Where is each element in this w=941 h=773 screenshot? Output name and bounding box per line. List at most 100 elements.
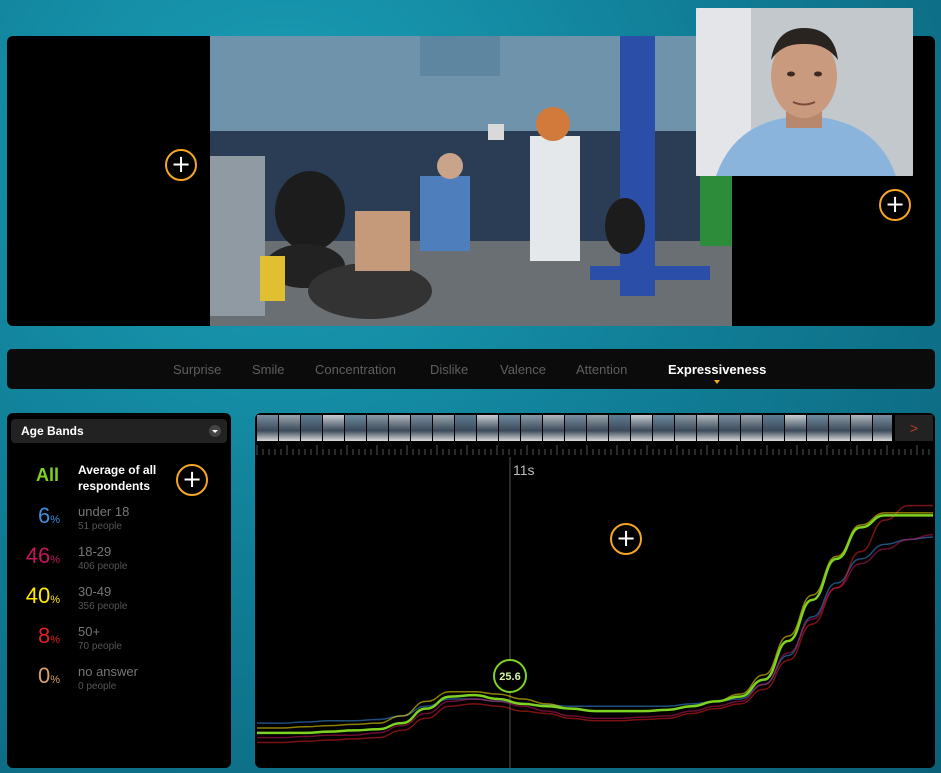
band-18-29[interactable]: 46% 18-29 406 people	[7, 543, 231, 579]
pct-value: 8	[37, 623, 51, 648]
filmstrip-frame[interactable]	[301, 415, 323, 441]
tab-attention[interactable]: Attention	[576, 362, 627, 377]
filmstrip-frame[interactable]	[587, 415, 609, 441]
tab-label: Surprise	[173, 362, 222, 377]
band-30-49[interactable]: 40% 30-49 356 people	[7, 583, 231, 619]
add-button-video-left[interactable]: +	[165, 149, 197, 181]
series-line	[256, 512, 933, 729]
band-count: 70 people	[78, 641, 122, 652]
video-player[interactable]	[210, 36, 732, 326]
video-filmstrip[interactable]	[257, 415, 892, 441]
chevron-down-icon	[209, 425, 221, 437]
filmstrip-frame[interactable]	[543, 415, 565, 441]
filmstrip-frame[interactable]	[455, 415, 477, 441]
video-scene	[210, 36, 732, 326]
tab-label: Concentration	[315, 362, 396, 377]
filmstrip-frame[interactable]	[873, 415, 892, 441]
band-count: 356 people	[78, 601, 128, 612]
filmstrip-frame[interactable]	[499, 415, 521, 441]
metric-tab-bar: Surprise Smile Concentration Dislike Val…	[7, 349, 935, 389]
cursor-value-label: 25.6	[499, 671, 520, 683]
filmstrip-frame[interactable]	[741, 415, 763, 441]
age-bands-panel: Age Bands All Average of all respondents…	[7, 413, 231, 768]
band-label: Average of all respondents	[78, 463, 157, 493]
band-count: 0 people	[78, 681, 117, 692]
tab-label: Smile	[252, 362, 285, 377]
pct-value: 0	[37, 663, 51, 688]
filmstrip-frame[interactable]	[389, 415, 411, 441]
filmstrip-frame[interactable]	[719, 415, 741, 441]
series-line	[256, 533, 934, 739]
band-label: 50+	[78, 624, 101, 639]
band-under-18[interactable]: 6% under 18 51 people	[7, 503, 231, 539]
band-50-plus[interactable]: 8% 50+ 70 people	[7, 623, 231, 659]
tab-surprise[interactable]: Surprise	[173, 362, 221, 377]
timeline-ruler[interactable]	[255, 443, 935, 457]
filmstrip-frame[interactable]	[477, 415, 499, 441]
band-pct: 46%	[26, 543, 60, 573]
chevron-right-icon: >	[909, 420, 919, 436]
pct-unit: %	[50, 554, 60, 566]
tab-dislike[interactable]: Dislike	[430, 362, 468, 377]
tab-label: Expressiveness	[668, 362, 767, 377]
filmstrip-frame[interactable]	[279, 415, 301, 441]
band-pct: All	[35, 465, 59, 485]
pct-unit: %	[50, 514, 60, 526]
tab-label: Valence	[500, 362, 547, 377]
dropdown-label: Age Bands	[21, 424, 84, 438]
tab-smile[interactable]: Smile	[252, 362, 285, 377]
filmstrip-frame[interactable]	[433, 415, 455, 441]
series-line	[256, 514, 933, 735]
tab-label: Dislike	[430, 362, 469, 377]
tab-expressiveness[interactable]: Expressiveness	[668, 362, 767, 384]
tab-label: Attention	[576, 362, 628, 377]
filmstrip-frame[interactable]	[829, 415, 851, 441]
filmstrip-frame[interactable]	[697, 415, 719, 441]
pct-value: 40	[25, 583, 51, 608]
band-label: no answer	[78, 664, 138, 679]
band-no-answer[interactable]: 0% no answer 0 people	[7, 663, 231, 699]
band-pct: 8%	[38, 623, 60, 653]
filmstrip-frame[interactable]	[763, 415, 785, 441]
webcam-feed	[696, 8, 913, 176]
filmstrip-frame[interactable]	[609, 415, 631, 441]
filmstrip-frame[interactable]	[653, 415, 675, 441]
band-pct: 40%	[26, 583, 60, 613]
filmstrip-frame[interactable]	[257, 415, 279, 441]
band-label: 30-49	[78, 584, 112, 599]
add-button-video-right[interactable]: +	[879, 189, 911, 221]
pct-unit: %	[50, 594, 60, 606]
band-count: 406 people	[78, 561, 128, 572]
filmstrip-frame[interactable]	[675, 415, 697, 441]
filmstrip-frame[interactable]	[565, 415, 587, 441]
pct-value: 46	[25, 543, 51, 568]
filmstrip-frame[interactable]	[323, 415, 345, 441]
webcam-face	[696, 8, 913, 176]
band-count: 51 people	[78, 521, 122, 532]
tab-valence[interactable]: Valence	[500, 362, 546, 377]
band-pct: 0%	[38, 663, 60, 693]
tab-concentration[interactable]: Concentration	[315, 362, 396, 377]
filmstrip-frame[interactable]	[785, 415, 807, 441]
filmstrip-frame[interactable]	[411, 415, 433, 441]
band-label: 18-29	[78, 544, 112, 559]
add-button-chart[interactable]: +	[610, 523, 642, 555]
filmstrip-frame[interactable]	[345, 415, 367, 441]
pct-value: 6	[37, 503, 51, 528]
age-bands-dropdown[interactable]: Age Bands	[11, 419, 227, 443]
pct-unit: %	[50, 674, 60, 686]
band-label: under 18	[78, 504, 130, 519]
expressiveness-line-chart[interactable]: 25.6	[255, 457, 935, 768]
band-pct: 6%	[38, 503, 60, 533]
filmstrip-frame[interactable]	[521, 415, 543, 441]
filmstrip-frame[interactable]	[851, 415, 873, 441]
add-button-age[interactable]: +	[176, 464, 208, 496]
filmstrip-frame[interactable]	[807, 415, 829, 441]
active-tab-caret-icon	[714, 380, 721, 384]
filmstrip-frame[interactable]	[367, 415, 389, 441]
series-line	[257, 536, 934, 724]
expressiveness-chart-panel: > 11s 25.6 +	[255, 413, 935, 768]
filmstrip-frame[interactable]	[631, 415, 653, 441]
pct-unit: %	[50, 634, 60, 646]
filmstrip-next-button[interactable]: >	[895, 415, 933, 441]
